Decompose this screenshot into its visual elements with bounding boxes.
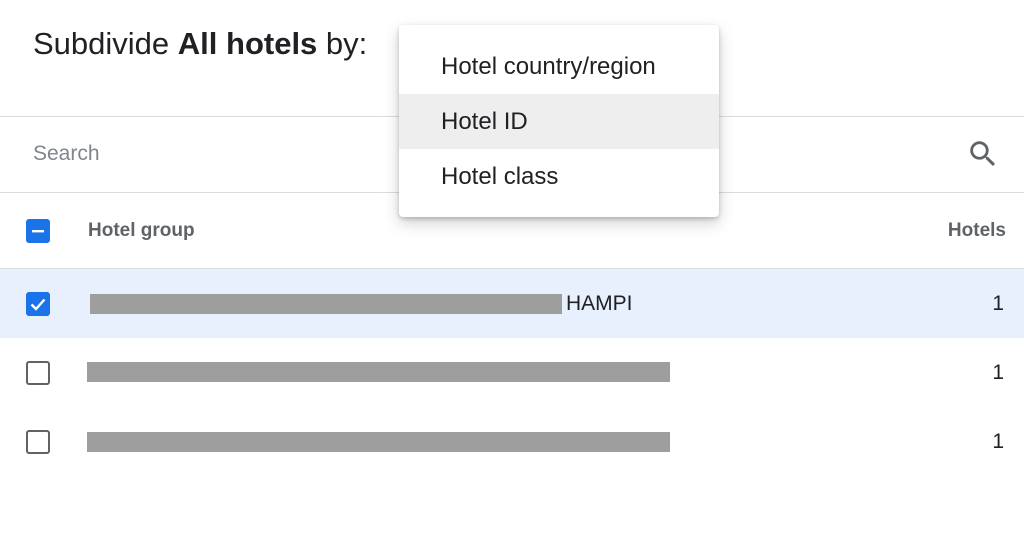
row-checkbox[interactable] (26, 361, 50, 385)
check-icon (30, 298, 46, 311)
title-bold: All hotels (177, 26, 318, 61)
redacted-text (87, 362, 670, 382)
menu-item-hotel-id[interactable]: Hotel ID (399, 94, 719, 149)
hotel-group-name: HAMPI (566, 292, 633, 315)
title-prefix: Subdivide (33, 26, 178, 61)
search-icon[interactable] (966, 137, 1000, 171)
hotel-count: 1 (992, 430, 1004, 453)
table-row[interactable]: 1 (0, 339, 1024, 408)
hotel-count: 1 (992, 361, 1004, 384)
page-title: Subdivide All hotels by: (33, 26, 367, 62)
table-row[interactable]: 1 (0, 408, 1024, 477)
column-header-hotels[interactable]: Hotels (948, 220, 1006, 242)
subdivide-panel: Subdivide All hotels by: Hotel group Hot… (0, 0, 1024, 560)
row-checkbox[interactable] (26, 292, 50, 316)
select-all-checkbox[interactable] (26, 219, 50, 243)
column-header-hotel-group[interactable]: Hotel group (88, 220, 195, 242)
title-suffix: by: (317, 26, 368, 61)
row-checkbox[interactable] (26, 430, 50, 454)
subdivide-dropdown-menu: Hotel country/region Hotel ID Hotel clas… (399, 25, 719, 217)
menu-item-hotel-country-region[interactable]: Hotel country/region (399, 39, 719, 94)
redacted-text (87, 432, 670, 452)
menu-item-hotel-class[interactable]: Hotel class (399, 149, 719, 204)
table-row[interactable]: HAMPI 1 (0, 269, 1024, 338)
hotel-count: 1 (992, 292, 1004, 315)
redacted-text (90, 294, 562, 314)
minus-icon (32, 230, 44, 233)
